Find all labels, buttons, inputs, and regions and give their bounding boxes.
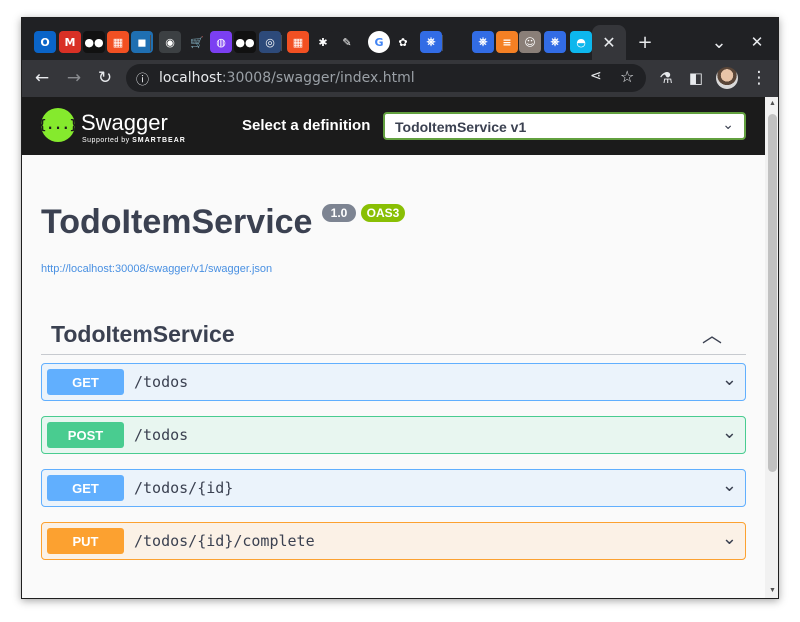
- method-badge: PUT: [47, 528, 124, 554]
- kubernetes-icon-3[interactable]: ⎈: [544, 31, 566, 53]
- labs-flask-icon[interactable]: ⚗: [654, 66, 678, 90]
- operation-get-row[interactable]: GET/todos ⌄: [41, 363, 746, 401]
- microsoft-icon-2[interactable]: ▦: [287, 31, 309, 53]
- kubernetes-icon[interactable]: ⎈: [420, 31, 442, 53]
- address-bar[interactable]: ⓘ localhost:30008/swagger/index.html ⋖ ☆: [126, 64, 646, 92]
- api-title: TodoItemService: [41, 203, 313, 241]
- chevron-down-icon[interactable]: ⌄: [722, 369, 737, 390]
- definition-label: Select a definition: [242, 117, 371, 134]
- tab-strip: O M ●● ▦ ◼ ◉ 🛒 ◍ ●● ◎ ▦ ✱ ✎ G ✿ ⎈ ⎈ ≡ ☺ ⎈ ◓ ✕ + ⌄ ✕: [22, 18, 778, 60]
- menu-kebab-icon[interactable]: ⋮: [747, 66, 771, 90]
- google-icon[interactable]: G: [368, 31, 390, 53]
- chevron-up-icon[interactable]: ︿: [702, 319, 722, 348]
- operation-post-row[interactable]: POST/todos ⌄: [41, 416, 746, 454]
- docker-icon[interactable]: ◓: [570, 31, 592, 53]
- gmail-icon[interactable]: M: [59, 31, 81, 53]
- stackoverflow-icon[interactable]: ≡: [496, 31, 518, 53]
- page-viewport: {...} Swagger Supported by SMARTBEAR Sel…: [22, 97, 765, 598]
- tab-separator: [281, 35, 282, 51]
- kubernetes-icon-2[interactable]: ⎈: [472, 31, 494, 53]
- chevron-down-icon[interactable]: ⌄: [722, 475, 737, 496]
- medium-icon-2[interactable]: ●●: [234, 31, 256, 53]
- share-icon[interactable]: ⋖: [590, 68, 602, 84]
- forward-button[interactable]: →: [62, 66, 86, 90]
- asterisk-icon[interactable]: ✱: [312, 31, 334, 53]
- chevron-down-icon[interactable]: ⌄: [722, 422, 737, 443]
- site-info-icon[interactable]: ⓘ: [136, 69, 149, 88]
- tab-search-icon[interactable]: ⌄: [708, 31, 730, 53]
- profile-avatar[interactable]: [716, 67, 738, 89]
- tab-separator: [150, 35, 151, 51]
- window-close-button[interactable]: ✕: [746, 31, 768, 53]
- bot-icon[interactable]: ✿: [392, 31, 414, 53]
- camera-icon[interactable]: ◉: [159, 31, 181, 53]
- browser-toolbar: ← → ↻ ⓘ localhost:30008/swagger/index.ht…: [22, 60, 778, 97]
- operation-get-row[interactable]: GET/todos/{id} ⌄: [41, 469, 746, 507]
- scroll-thumb[interactable]: [768, 114, 777, 472]
- definition-select-value: TodoItemService v1: [395, 119, 527, 135]
- url-path: :30008/swagger/index.html: [221, 70, 415, 86]
- swagger-logo-icon[interactable]: {...}: [38, 108, 78, 142]
- operation-path: /todos/{id}/complete: [134, 532, 315, 550]
- side-panel-icon[interactable]: ◧: [684, 66, 708, 90]
- outlook-icon[interactable]: O: [34, 31, 56, 53]
- bookmark-star-icon[interactable]: ☆: [620, 67, 634, 86]
- back-button[interactable]: ←: [30, 66, 54, 90]
- medium-icon[interactable]: ●●: [83, 31, 105, 53]
- definition-select[interactable]: TodoItemService v1 ⌄: [383, 112, 746, 140]
- microsoft-icon[interactable]: ▦: [107, 31, 129, 53]
- tag-section-header[interactable]: TodoItemService ︿: [41, 317, 746, 355]
- chevron-down-icon[interactable]: ⌄: [722, 528, 737, 549]
- circle-icon[interactable]: ◎: [259, 31, 281, 53]
- vertical-scrollbar[interactable]: ▲ ▼: [765, 97, 778, 598]
- tag-name: TodoItemService: [51, 321, 235, 347]
- operation-put-row[interactable]: PUT/todos/{id}/complete ⌄: [41, 522, 746, 560]
- url-host: localhost: [159, 70, 222, 86]
- tab-separator: [442, 35, 443, 51]
- oas-badge: OAS3: [361, 204, 405, 222]
- swagger-brand[interactable]: Swagger: [81, 110, 168, 136]
- profile-photo-icon[interactable]: ☺: [519, 31, 541, 53]
- url-text[interactable]: localhost:30008/swagger/index.html: [159, 70, 415, 86]
- swagger-topbar: {...} Swagger Supported by SMARTBEAR Sel…: [22, 97, 765, 155]
- browser-window: O M ●● ▦ ◼ ◉ 🛒 ◍ ●● ◎ ▦ ✱ ✎ G ✿ ⎈ ⎈ ≡ ☺ ⎈ ◓ ✕ + ⌄ ✕ ← → ↻ ⓘ …: [21, 17, 779, 599]
- cart-icon[interactable]: 🛒: [186, 31, 208, 53]
- spec-url-link[interactable]: http://localhost:30008/swagger/v1/swagge…: [41, 263, 272, 275]
- new-tab-button[interactable]: +: [634, 31, 656, 53]
- supported-by-label: Supported by: [82, 137, 130, 144]
- scroll-down-arrow-icon[interactable]: ▼: [768, 587, 777, 597]
- close-tab-icon[interactable]: ✕: [602, 33, 615, 53]
- operation-path: /todos/{id}: [134, 479, 234, 497]
- active-tab[interactable]: ✕: [592, 25, 626, 60]
- version-badge: 1.0: [322, 204, 356, 222]
- supported-by-text: Supported by SMARTBEAR: [82, 137, 186, 144]
- pencil-icon[interactable]: ✎: [336, 31, 358, 53]
- operation-path: /todos: [134, 373, 189, 391]
- messenger-icon[interactable]: ◍: [210, 31, 232, 53]
- smartbear-label: SMARTBEAR: [132, 137, 186, 144]
- operation-path: /todos: [134, 426, 189, 444]
- scroll-up-arrow-icon[interactable]: ▲: [768, 100, 777, 110]
- chevron-down-icon: ⌄: [722, 117, 734, 133]
- method-badge: POST: [47, 422, 124, 448]
- method-badge: GET: [47, 369, 124, 395]
- method-badge: GET: [47, 475, 124, 501]
- reload-button[interactable]: ↻: [93, 66, 117, 90]
